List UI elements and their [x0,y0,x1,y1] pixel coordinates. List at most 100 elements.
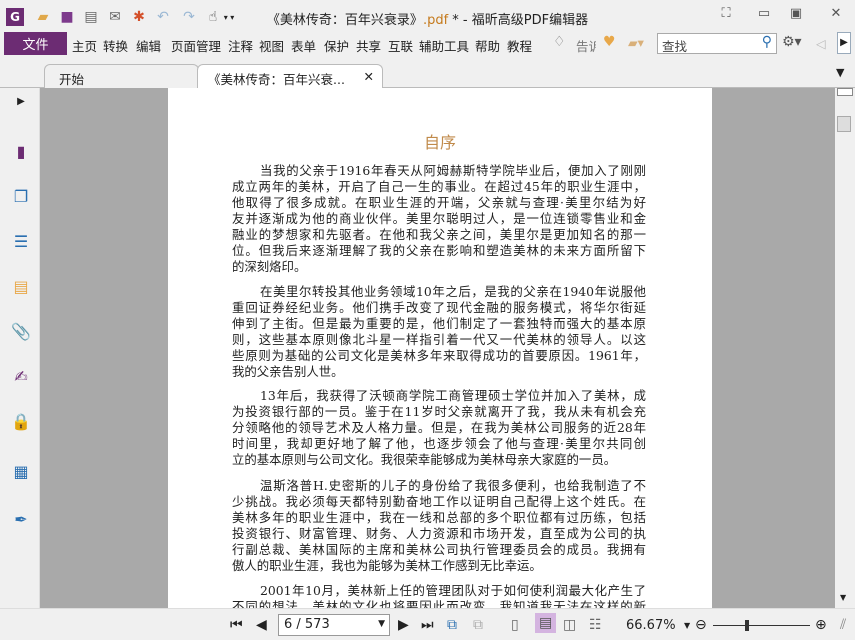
document-tabs: 开始 《美林传奇：百年兴衰... ✕ ▼ [0,56,855,88]
search-icon[interactable]: ⚲ [762,34,772,50]
ribbon-menu: 文件 主页 转换 编辑 页面管理 注释 视图 表单 保护 共享 互联 辅助工具 … [0,32,855,56]
pdf-page: 自序 当我的父亲于1916年春天从阿姆赫斯特学院毕业后，便加入了刚刚 成立两年的美… [168,88,712,608]
zoom-slider-thumb[interactable] [744,620,749,631]
text-line: 融业的梦想家和先驱者。在他和我父亲之间，美里尔是更加知名的那一 [232,227,646,242]
scroll-down-button[interactable]: ▼ [840,593,846,602]
close-window-button[interactable]: ✕ [824,6,848,24]
text-line: 行副总裁、美林国际的主席和美林公司执行管理委员会的成员。我拥有 [232,542,646,557]
lightbulb-icon: ♢ [553,34,566,50]
certify-icon[interactable]: ✒ [10,508,32,530]
text-line: 13年后，我获得了沃顿商学院工商管理硕士学位并加入了美林，成 [260,388,646,403]
next-page-button[interactable]: ▶ [398,617,409,633]
tab-start-label: 开始 [59,72,85,87]
text-line: 2001年10月，美林新上任的管理团队对于如何使利润最大化产生了 [260,583,646,598]
menu-convert[interactable]: 转换 [103,36,128,55]
text-line: 重回证券经纪业务。他们携手改变了现代金融的服务模式，将华尔街延 [232,300,646,315]
search-placeholder: 查找 [662,39,688,54]
scroll-up-button[interactable] [837,88,853,96]
text-line: 友并逐渐成为他的商业伙伴。美里尔聪明过人，是一位连锁零售业和金 [232,211,646,226]
security-lock-icon[interactable]: 🔒 [10,410,32,432]
page-number-input[interactable]: 6 / 573 ▼ [278,614,390,636]
page-icon[interactable]: ▮ [10,140,32,162]
first-page-button[interactable]: ⏮ [230,617,243,633]
paragraph: 当我的父亲于1916年春天从阿姆赫斯特学院毕业后，便加入了刚刚 成立两年的美林，开… [232,163,646,275]
previous-page-button[interactable]: ◀ [256,617,267,633]
zoom-in-button[interactable]: ⊕ [815,617,827,633]
menu-page-management[interactable]: 页面管理 [171,36,221,55]
next-view-icon[interactable]: ⧉ [473,617,483,633]
text-line: 伸到了主街。但是最为重要的是，他们制定了一套独特而强大的基本原 [232,316,646,331]
resize-grip-icon[interactable]: ⫽ [840,617,846,633]
zoom-out-button[interactable]: ⊖ [695,617,707,633]
heart-icon[interactable]: ♥ [603,34,616,50]
paragraph: 2001年10月，美林新上任的管理团队对于如何使利润最大化产生了 不同的想法，美林… [232,583,646,608]
search-folder-icon[interactable]: ▰▾ [628,35,644,50]
text-line: 我的父亲告别人世。 [232,364,344,379]
menu-home[interactable]: 主页 [72,36,97,55]
tab-document[interactable]: 《美林传奇：百年兴衰... ✕ [197,64,383,88]
text-line: 傲人的职业生涯，我也为能够为美林工作感到无比幸运。 [232,558,542,573]
tab-list-dropdown-icon[interactable]: ▼ [836,66,844,79]
single-page-icon[interactable]: ▯ [511,617,519,633]
menu-file[interactable]: 文件 [4,32,67,55]
close-tab-icon[interactable]: ✕ [364,69,374,84]
menu-comment[interactable]: 注释 [228,36,253,55]
tab-start[interactable]: 开始 [44,64,199,88]
text-line: 位。但我后来逐渐理解了我的父亲在影响和塑造美林的未来方面所留下 [232,243,646,258]
text-line: 为投资银行部的一员。鉴于在11岁时父亲就离开了我，我从未有机会充 [232,404,646,419]
settings-gear-icon[interactable]: ⚙▾ [782,34,802,50]
expand-panel-icon[interactable]: ▶ [10,90,32,112]
vertical-scrollbar[interactable]: ▼ [835,88,855,608]
title-doc-name: 《美林传奇：百年兴衰录》 [266,13,423,28]
maximize-button[interactable]: ▣ [784,6,808,24]
text-line: 当我的父亲于1916年春天从阿姆赫斯特学院毕业后，便加入了刚刚 [260,163,646,178]
menu-form[interactable]: 表单 [291,36,316,55]
continuous-facing-icon[interactable]: ☷ [589,617,602,633]
form-fields-icon[interactable]: ▦ [10,460,32,482]
comments-icon[interactable]: ▤ [10,275,32,297]
text-line: 分领略他的领导艺术及人格力量。但是，在我为美林公司服务的近28年 [232,420,646,435]
fullscreen-icon[interactable]: ⛶ [714,6,738,24]
page-indicator: 6 / 573 [284,617,330,632]
text-line: 他取得了很多成就。在职业生涯的开端，父亲就与查理·美里尔结为好 [232,195,646,210]
text-line: 立的基本原则与公司文化。我很荣幸能够成为美林母亲大家庭的一员。 [232,452,617,467]
scrollbar-thumb[interactable] [837,116,851,132]
text-line: 时间里，我却更好地了解了他，也逐步领会了他与查理·美里尔共同创 [232,436,646,451]
menu-connect[interactable]: 互联 [388,36,413,55]
zoom-level[interactable]: 66.67% [626,618,676,633]
menu-protect[interactable]: 保护 [324,36,349,55]
ribbon-scroll-left-icon[interactable]: ◁ [816,36,826,51]
text-line: 不同的想法，美林的文化也将要因此而改变。我知道我无法在这样的新 [232,599,646,608]
menu-accessibility[interactable]: 辅助工具 [419,36,469,55]
ribbon-scroll-right-icon[interactable]: ▶ [837,32,851,54]
menu-share[interactable]: 共享 [356,36,381,55]
signatures-icon[interactable]: ✍ [10,365,32,387]
title-app: * - 福昕高级PDF编辑器 [448,13,589,28]
text-line: 的深刻烙印。 [232,259,307,274]
document-viewer[interactable]: 自序 当我的父亲于1916年春天从阿姆赫斯特学院毕业后，便加入了刚刚 成立两年的美… [40,88,835,608]
last-page-button[interactable]: ⏭ [421,617,434,633]
menu-tutorial[interactable]: 教程 [507,36,532,55]
menu-edit[interactable]: 编辑 [136,36,161,55]
minimize-button[interactable]: ▭ [752,6,776,24]
text-line: 温斯洛普H.史密斯的儿子的身份给了我很多便利，也给我制造了不 [260,478,646,493]
page-thumbnails-icon[interactable]: ❐ [10,185,32,207]
paragraph: 在美里尔转投其他业务领域10年之后，是我的父亲在1940年说服他 重回证券经纪业务… [232,284,646,380]
status-bar: ⏮ ◀ 6 / 573 ▼ ▶ ⏭ ⧉ ⧉ ▯ ▤ ◫ ☷ 66.67% ▼ ⊖ … [0,608,855,640]
continuous-page-icon[interactable]: ▤ [535,613,557,633]
facing-pages-icon[interactable]: ◫ [563,617,576,633]
layers-icon[interactable]: ☰ [10,230,32,252]
zoom-dropdown-icon[interactable]: ▼ [684,621,690,630]
text-line: 投资银行、财富管理、财务、人力资源和市场开发，直至成为公司的执 [232,526,646,541]
zoom-slider[interactable] [713,620,810,631]
page-dropdown-icon[interactable]: ▼ [378,619,385,629]
menu-help[interactable]: 帮助 [475,36,500,55]
text-line: 在美里尔转投其他业务领域10年之后，是我的父亲在1940年说服他 [260,284,646,299]
menu-view[interactable]: 视图 [259,36,284,55]
navigation-panel: ▶ ▮ ❐ ☰ ▤ 📎 ✍ 🔒 ▦ ✒ [0,88,40,608]
tell-me-input[interactable]: 告诉 [576,36,596,55]
paragraph: 13年后，我获得了沃顿商学院工商管理硕士学位并加入了美林，成 为投资银行部的一员。… [232,388,646,468]
previous-view-icon[interactable]: ⧉ [447,617,457,633]
search-input[interactable]: 查找 ⚲ [657,33,777,54]
attachments-icon[interactable]: 📎 [10,320,32,342]
